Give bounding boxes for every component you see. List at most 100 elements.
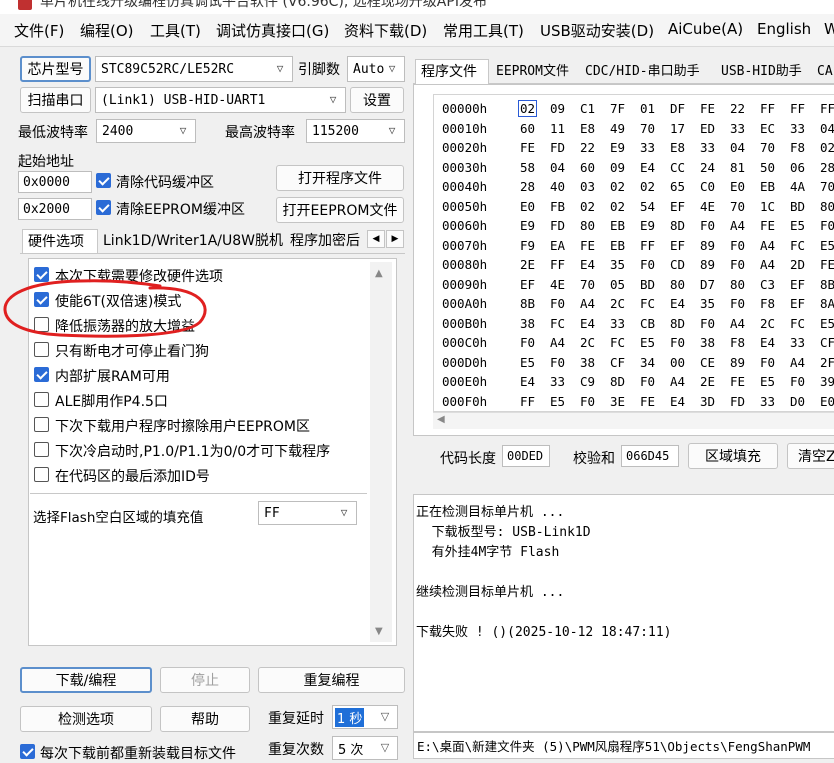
hex-byte[interactable]: 8B: [820, 277, 834, 292]
hex-byte[interactable]: 28: [520, 179, 535, 194]
hex-byte[interactable]: 50: [760, 160, 775, 175]
hex-byte[interactable]: E5: [820, 238, 834, 253]
repeat-count-select[interactable]: 5 次 ▽: [332, 736, 398, 760]
menu-english[interactable]: English: [757, 20, 811, 38]
hex-byte[interactable]: FF: [790, 101, 805, 116]
hex-byte[interactable]: EB: [760, 179, 775, 194]
hex-byte[interactable]: 33: [790, 121, 805, 136]
hex-byte[interactable]: E5: [550, 394, 565, 409]
hw-option-checkbox[interactable]: [34, 467, 49, 482]
hex-byte[interactable]: E4: [580, 257, 595, 272]
hex-byte[interactable]: FD: [550, 218, 565, 233]
hex-byte[interactable]: BD: [790, 199, 805, 214]
hex-byte[interactable]: 89: [730, 355, 745, 370]
tab-scroll-left-icon[interactable]: ◀: [367, 230, 385, 248]
hex-byte[interactable]: 38: [520, 316, 535, 331]
hex-byte[interactable]: CB: [640, 316, 655, 331]
hw-option-checkbox[interactable]: [34, 442, 49, 457]
min-baud-select[interactable]: 2400 ▽: [96, 119, 196, 143]
tab-eeprom-file[interactable]: EEPROM文件: [491, 60, 574, 84]
hex-byte[interactable]: C3: [760, 277, 775, 292]
hex-byte[interactable]: 38: [580, 355, 595, 370]
reload-file-checkbox[interactable]: [20, 744, 35, 759]
hex-byte[interactable]: A4: [670, 374, 685, 389]
hex-byte[interactable]: E5: [760, 374, 775, 389]
hex-byte[interactable]: FC: [790, 316, 805, 331]
hex-byte[interactable]: ED: [700, 121, 715, 136]
menu-debug-interface[interactable]: 调试仿真接口(G): [216, 20, 329, 41]
hex-byte[interactable]: E9: [610, 140, 625, 155]
hex-byte[interactable]: F0: [640, 374, 655, 389]
hex-byte[interactable]: 00: [670, 355, 685, 370]
hex-byte[interactable]: EF: [790, 296, 805, 311]
hex-byte[interactable]: 33: [700, 140, 715, 155]
hex-byte[interactable]: 04: [550, 160, 565, 175]
hex-byte[interactable]: A4: [760, 257, 775, 272]
hex-byte[interactable]: 3D: [700, 394, 715, 409]
hex-byte[interactable]: 03: [580, 179, 595, 194]
hex-byte[interactable]: F0: [550, 296, 565, 311]
hex-byte[interactable]: FE: [820, 257, 834, 272]
hw-option-checkbox[interactable]: [34, 342, 49, 357]
hex-byte[interactable]: F8: [760, 296, 775, 311]
hex-byte[interactable]: A4: [760, 238, 775, 253]
hex-byte[interactable]: F8: [790, 140, 805, 155]
menu-tools[interactable]: 工具(T): [150, 20, 201, 41]
hex-byte[interactable]: 04: [820, 121, 834, 136]
hex-byte[interactable]: 33: [550, 374, 565, 389]
hex-byte[interactable]: 2C: [610, 296, 625, 311]
hex-byte[interactable]: 02: [580, 199, 595, 214]
repeat-program-button[interactable]: 重复编程: [258, 667, 405, 693]
code-address-input[interactable]: 0x0000: [18, 171, 92, 193]
hex-byte[interactable]: A4: [550, 335, 565, 350]
eeprom-address-input[interactable]: 0x2000: [18, 198, 92, 220]
hex-byte[interactable]: FF: [550, 257, 565, 272]
stop-button[interactable]: 停止: [160, 667, 250, 693]
download-program-button[interactable]: 下载/编程: [20, 667, 152, 693]
hex-byte[interactable]: FC: [790, 238, 805, 253]
tab-link1d-offline[interactable]: Link1D/Writer1A/U8W脱机: [98, 229, 288, 253]
hex-byte[interactable]: FE: [640, 394, 655, 409]
hex-view[interactable]: 00000h 02 09 C1 7F 01 DF FE 22 FF FF FF 02 00010h 60 11…: [433, 94, 834, 412]
menu-more[interactable]: W: [824, 20, 834, 38]
hex-byte[interactable]: 8D: [610, 374, 625, 389]
hex-byte[interactable]: C0: [700, 179, 715, 194]
hex-byte[interactable]: 8B: [520, 296, 535, 311]
menu-usb-driver[interactable]: USB驱动安装(D): [540, 20, 654, 41]
hex-byte[interactable]: F0: [760, 355, 775, 370]
hex-byte[interactable]: F0: [520, 335, 535, 350]
hex-byte[interactable]: F0: [670, 335, 685, 350]
hex-byte[interactable]: F0: [730, 238, 745, 253]
hex-byte[interactable]: 2C: [580, 335, 595, 350]
hex-byte[interactable]: 70: [760, 140, 775, 155]
hex-byte[interactable]: E5: [640, 335, 655, 350]
scroll-left-icon[interactable]: ◀: [437, 414, 445, 425]
hex-byte[interactable]: 39: [820, 374, 834, 389]
hex-byte[interactable]: 81: [730, 160, 745, 175]
hex-byte[interactable]: 02: [517, 100, 538, 117]
hex-byte[interactable]: FD: [730, 394, 745, 409]
hex-byte[interactable]: EF: [520, 277, 535, 292]
hex-byte[interactable]: FF: [640, 238, 655, 253]
hex-byte[interactable]: 11: [550, 121, 565, 136]
hex-byte[interactable]: E4: [640, 160, 655, 175]
clear-eeprom-checkbox[interactable]: [96, 200, 111, 215]
fill-region-button[interactable]: 区域填充: [688, 443, 778, 469]
hex-byte[interactable]: CD: [670, 257, 685, 272]
clear-button[interactable]: 清空Z: [787, 443, 834, 469]
hex-byte[interactable]: F0: [550, 355, 565, 370]
tab-encryption[interactable]: 程序加密后: [285, 229, 367, 253]
chip-model-button[interactable]: 芯片型号: [20, 56, 91, 82]
hex-byte[interactable]: 2C: [760, 316, 775, 331]
chip-model-select[interactable]: STC89C52RC/LE52RC ▽: [95, 56, 293, 82]
hex-byte[interactable]: C9: [580, 374, 595, 389]
hex-byte[interactable]: 35: [700, 296, 715, 311]
hex-byte[interactable]: FE: [730, 374, 745, 389]
hex-byte[interactable]: 22: [580, 140, 595, 155]
hex-byte[interactable]: 58: [520, 160, 535, 175]
hex-byte[interactable]: F8: [730, 335, 745, 350]
hex-byte[interactable]: E5: [790, 218, 805, 233]
hex-byte[interactable]: F0: [700, 316, 715, 331]
tab-hardware-options[interactable]: 硬件选项: [22, 229, 98, 253]
hex-byte[interactable]: 65: [670, 179, 685, 194]
